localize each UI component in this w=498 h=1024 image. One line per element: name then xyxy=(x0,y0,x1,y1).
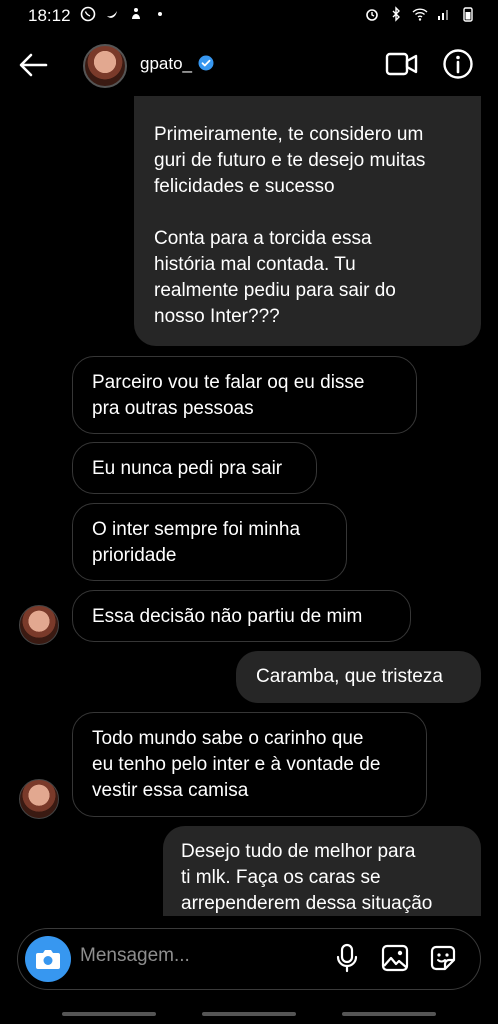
chat-header: gpato_ xyxy=(0,34,498,96)
status-left-icons xyxy=(80,6,168,22)
nav-back-button[interactable] xyxy=(342,1012,436,1016)
sender-avatar[interactable] xyxy=(19,605,59,645)
message-sent[interactable]: Desejo tudo de melhor para ti mlk. Faça … xyxy=(163,826,481,926)
signal-icon xyxy=(438,10,448,20)
status-time: 18:12 xyxy=(28,6,71,25)
status-right-icons xyxy=(364,6,476,22)
message-input[interactable]: Mensagem... xyxy=(80,945,190,967)
sticker-icon[interactable] xyxy=(428,943,458,973)
video-call-icon[interactable] xyxy=(385,50,419,78)
dot-icon xyxy=(158,12,162,16)
battery-icon xyxy=(463,7,473,22)
verified-badge-icon xyxy=(198,55,214,71)
microphone-icon[interactable] xyxy=(334,943,360,973)
wifi-icon xyxy=(412,8,428,21)
crescent-icon xyxy=(107,11,117,18)
message-received[interactable]: Essa decisão não partiu de mim xyxy=(72,590,411,642)
system-nav-bar xyxy=(0,1008,498,1024)
gallery-icon[interactable] xyxy=(380,943,410,973)
username[interactable]: gpato_ xyxy=(140,54,192,74)
nav-home-button[interactable] xyxy=(202,1012,296,1016)
message-received[interactable]: Todo mundo sabe o carinho que eu tenho p… xyxy=(72,712,427,817)
message-sent[interactable]: Caramba, que tristeza xyxy=(236,651,481,703)
bluetooth-icon xyxy=(392,6,400,22)
sender-avatar[interactable] xyxy=(19,779,59,819)
message-composer: Mensagem... xyxy=(17,928,481,990)
message-received[interactable]: Parceiro vou te falar oq eu disse pra ou… xyxy=(72,356,417,434)
avatar[interactable] xyxy=(83,44,127,88)
message-received[interactable]: Eu nunca pedi pra sair xyxy=(72,442,317,494)
alarm-icon xyxy=(366,9,378,21)
camera-button[interactable] xyxy=(25,936,71,982)
scroll-fade xyxy=(0,916,498,926)
nav-recents-button[interactable] xyxy=(62,1012,156,1016)
back-arrow-icon[interactable] xyxy=(16,50,50,80)
status-bar: 18:12 xyxy=(0,0,498,34)
camera-icon xyxy=(36,950,60,969)
message-sent[interactable]: Primeiramente, te considero um guri de f… xyxy=(134,96,481,346)
app-notification-icon xyxy=(132,8,140,19)
whatsapp-icon xyxy=(80,6,96,22)
info-icon[interactable] xyxy=(442,48,474,80)
message-received[interactable]: O inter sempre foi minha prioridade xyxy=(72,503,347,581)
